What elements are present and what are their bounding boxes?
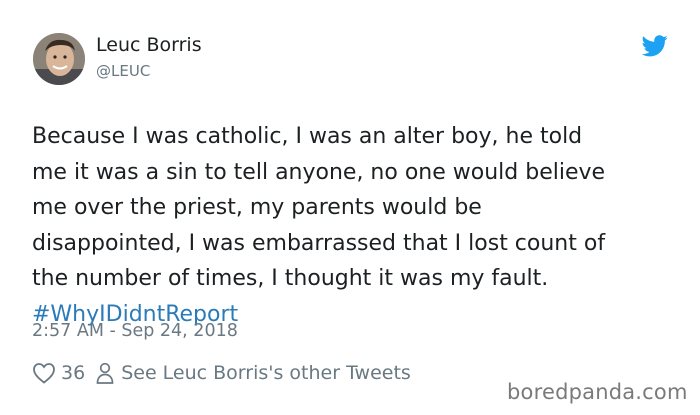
tweet-timestamp[interactable]: 2:57 AM - Sep 24, 2018	[32, 321, 238, 341]
like-count[interactable]: 36	[61, 362, 85, 384]
tweet-line: the number of times, I thought it was my…	[32, 266, 549, 291]
tweet-line: me it was a sin to tell anyone, no one w…	[32, 159, 606, 185]
author-handle[interactable]: @LEUC	[96, 62, 150, 80]
tweet-line: me over the priest, my parents would be	[32, 195, 482, 220]
tweet-card: Leuc Borris @LEUC Because I was catholic…	[0, 0, 700, 415]
heart-icon[interactable]	[32, 362, 56, 384]
avatar-image	[33, 33, 85, 85]
tweet-line: disappointed, I was embarrassed that I l…	[32, 230, 606, 256]
avatar[interactable]	[33, 33, 85, 85]
tweet-line: Because I was catholic, I was an alter b…	[32, 124, 583, 149]
author-name[interactable]: Leuc Borris	[96, 34, 202, 56]
twitter-bird-icon[interactable]	[642, 35, 668, 57]
person-icon	[96, 362, 114, 384]
watermark: boredpanda.com	[507, 380, 688, 404]
tweet-text: Because I was catholic, I was an alter b…	[32, 119, 687, 332]
tweet-actions: 36 See Leuc Borris's other Tweets	[32, 358, 411, 388]
other-tweets-link[interactable]: See Leuc Borris's other Tweets	[121, 362, 411, 384]
